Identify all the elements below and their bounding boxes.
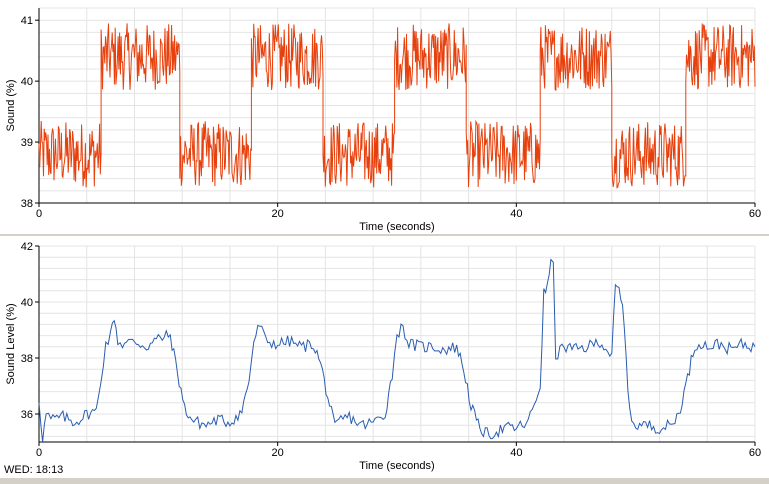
x-tick-label: 20 (272, 447, 284, 459)
bottom-bar (0, 478, 769, 484)
x-tick-label: 60 (749, 447, 761, 459)
status-time: WED: 18:13 (4, 464, 64, 476)
y-tick-label: 42 (21, 241, 33, 253)
chart-window: 0 20 40 60 38 39 40 41 Time (seconds) Sound (%) 0… (0, 0, 769, 484)
x-axis-title: Time (seconds) (359, 221, 434, 233)
y-axis-title: Sound (%) (5, 80, 17, 132)
y-tick-label: 36 (21, 409, 33, 421)
x-tick-label: 60 (749, 208, 761, 220)
sound-level-chart: 0 20 40 60 36 38 40 42 Time (seconds) Sound Level… (5, 241, 761, 472)
y-tick-label: 41 (21, 15, 33, 27)
x-tick-label: 40 (510, 447, 522, 459)
x-tick-label: 40 (510, 208, 522, 220)
y-tick-label: 39 (21, 137, 33, 149)
y-axis-title: Sound Level (%) (5, 303, 17, 384)
x-axis-title: Time (seconds) (359, 460, 434, 472)
y-tick-label: 38 (21, 198, 33, 210)
sound-chart: 0 20 40 60 38 39 40 41 Time (seconds) Sound (%) (5, 7, 761, 233)
x-tick-label: 0 (36, 447, 42, 459)
y-tick-label: 38 (21, 353, 33, 365)
x-tick-label: 20 (272, 208, 284, 220)
y-tick-label: 40 (21, 76, 33, 88)
x-tick-label: 0 (36, 208, 42, 220)
plot-area (39, 246, 755, 442)
y-tick-label: 40 (21, 297, 33, 309)
